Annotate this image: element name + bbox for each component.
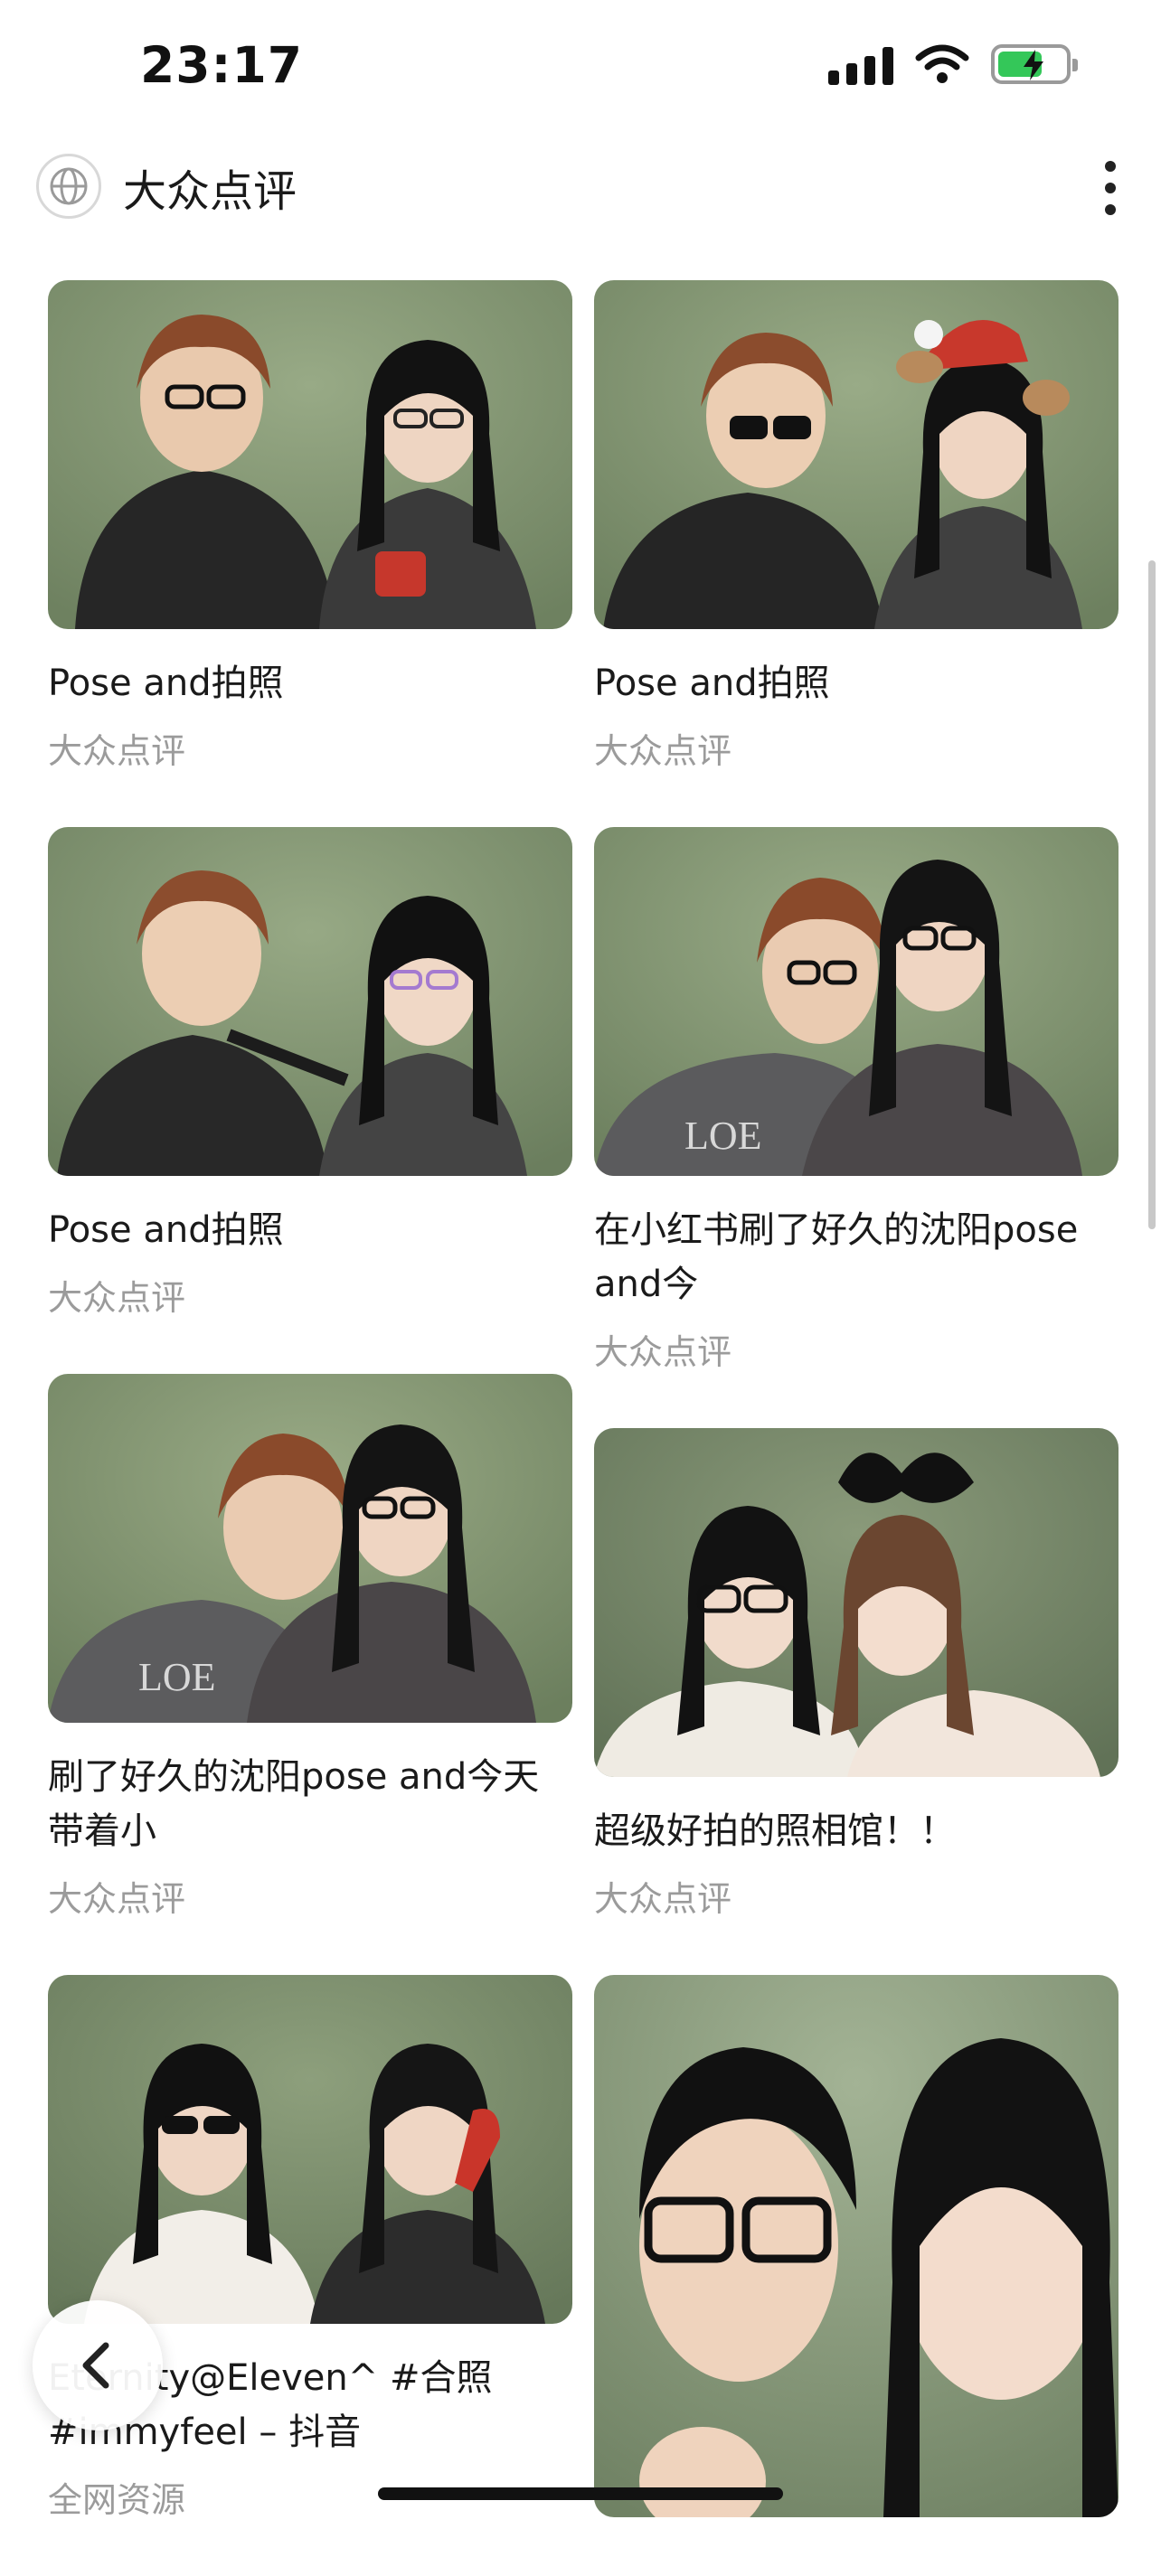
feed-photo[interactable]: LOE bbox=[48, 1374, 572, 1723]
status-bar: 23:17 bbox=[0, 0, 1161, 136]
status-icons bbox=[828, 43, 1078, 85]
card-title: 超级好拍的照相馆！！ bbox=[594, 1810, 956, 1852]
feed-card[interactable] bbox=[594, 1975, 1119, 2535]
feed-column-left: Pose and拍照 大众点评 Pose and拍照 大众点评 LOE 刷了好久… bbox=[48, 280, 572, 2576]
card-title: Pose and拍照 bbox=[594, 663, 830, 704]
status-time: 23:17 bbox=[140, 36, 304, 94]
home-indicator[interactable] bbox=[378, 2487, 783, 2500]
battery-icon bbox=[991, 44, 1078, 84]
sweater-logo-text: LOE bbox=[138, 1655, 216, 1699]
card-source: 大众点评 bbox=[48, 1278, 186, 1318]
card-source: 大众点评 bbox=[48, 1879, 186, 1919]
feed-photo[interactable] bbox=[48, 827, 572, 1176]
feed-card[interactable]: Eternity@Eleven^ #合照 #immyfeel – 抖音 全网资源 bbox=[48, 1975, 572, 2522]
card-source: 大众点评 bbox=[48, 731, 186, 771]
feed-photo[interactable] bbox=[594, 1428, 1119, 1777]
top-nav-bar: 大众点评 bbox=[0, 136, 1161, 240]
feed-column-right: Pose and拍照 大众点评 LOE 在小红书刷了好久的沈阳pose and今… bbox=[594, 280, 1119, 2575]
feed-photo[interactable] bbox=[48, 1975, 572, 2324]
globe-icon[interactable] bbox=[36, 154, 101, 219]
card-source: 大众点评 bbox=[594, 731, 732, 771]
feed-photo[interactable] bbox=[594, 280, 1119, 629]
card-title: Pose and拍照 bbox=[48, 1209, 284, 1251]
card-title: 在小红书刷了好久的沈阳pose and今 bbox=[594, 1209, 1079, 1305]
more-options-icon[interactable] bbox=[1092, 152, 1128, 224]
feed-card[interactable]: LOE 刷了好久的沈阳pose and今天带着小 大众点评 bbox=[48, 1374, 572, 1921]
feed-card[interactable]: Pose and拍照 大众点评 bbox=[594, 280, 1119, 773]
page-title: 大众点评 bbox=[123, 166, 297, 217]
chevron-left-icon bbox=[82, 2342, 109, 2389]
feed-card[interactable]: Pose and拍照 大众点评 bbox=[48, 827, 572, 1320]
cellular-signal-icon bbox=[828, 43, 893, 85]
sweater-logo-text: LOE bbox=[684, 1114, 762, 1158]
scrollbar[interactable] bbox=[1148, 560, 1156, 1229]
card-source: 大众点评 bbox=[594, 1879, 732, 1919]
card-title: Pose and拍照 bbox=[48, 663, 284, 704]
feed-photo[interactable] bbox=[594, 1975, 1119, 2535]
wifi-icon bbox=[915, 44, 969, 83]
back-button[interactable] bbox=[33, 2300, 163, 2430]
feed-photo[interactable] bbox=[48, 280, 572, 629]
feed-card[interactable]: LOE 在小红书刷了好久的沈阳pose and今 大众点评 bbox=[594, 827, 1119, 1374]
feed-card[interactable]: 超级好拍的照相馆！！ 大众点评 bbox=[594, 1428, 1119, 1921]
card-title: 刷了好久的沈阳pose and今天带着小 bbox=[48, 1756, 540, 1852]
feed-photo[interactable]: LOE bbox=[594, 827, 1119, 1176]
feed-card[interactable]: Pose and拍照 大众点评 bbox=[48, 280, 572, 773]
card-source: 大众点评 bbox=[594, 1332, 732, 1372]
